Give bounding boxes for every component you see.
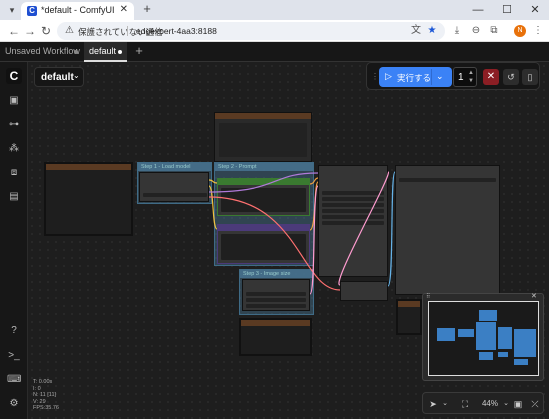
batch-count-input[interactable]: 1 ▲ ▼ xyxy=(453,67,477,87)
batch-count-value: 1 xyxy=(458,72,464,83)
decrement-icon[interactable]: ▼ xyxy=(468,78,474,84)
play-icon: ▷ xyxy=(385,71,392,81)
minimap-drag-icon[interactable]: ⠿ xyxy=(426,294,434,300)
cancel-run-button[interactable]: ✕ xyxy=(483,69,499,85)
queue-run-label: 実行する xyxy=(397,73,432,83)
drag-handle-icon[interactable]: ⋮ xyxy=(371,72,379,82)
toggle-panel-icon[interactable]: ▯ xyxy=(522,69,538,85)
increment-icon[interactable]: ▲ xyxy=(468,70,474,76)
minimap-viewport[interactable] xyxy=(428,301,539,376)
queue-run-button[interactable]: ▷ 実行する ⌄ xyxy=(379,67,452,87)
action-bar: ⋮ ▷ 実行する ⌄ 1 ▲ ▼ ✕ ↺ ▯ xyxy=(366,62,540,90)
canvas-controls: ➤ ⌄ ⛶ 44% ⌄ ▣ ⤫ xyxy=(422,392,544,414)
chevron-down-icon[interactable]: ⌄ xyxy=(436,71,444,82)
chevron-down-icon[interactable]: ⌄ xyxy=(501,397,511,411)
chevron-down-icon[interactable]: ⌄ xyxy=(440,397,450,411)
link-image xyxy=(387,171,396,287)
minimap-toggle-icon[interactable]: ▣ xyxy=(511,397,525,411)
link-model xyxy=(208,172,319,193)
hide-links-icon[interactable]: ⤫ xyxy=(528,397,542,411)
link-vae xyxy=(208,196,341,291)
stat-line: FPS:35.76 xyxy=(33,405,59,411)
render-stats: T: 0.00s I: 0 N: 11 [11] V: 29 FPS:35.76 xyxy=(33,379,93,412)
select-mode-icon[interactable]: ➤ xyxy=(426,397,440,411)
close-minimap-icon[interactable]: ✕ xyxy=(531,293,539,300)
link-clip xyxy=(208,179,218,184)
zoom-level[interactable]: 44% xyxy=(477,397,503,411)
fit-view-icon[interactable]: ⛶ xyxy=(458,397,472,411)
queue-history-icon[interactable]: ↺ xyxy=(503,69,519,85)
link-samples xyxy=(338,171,389,286)
minimap[interactable]: ⠿ ✕ xyxy=(422,293,544,381)
